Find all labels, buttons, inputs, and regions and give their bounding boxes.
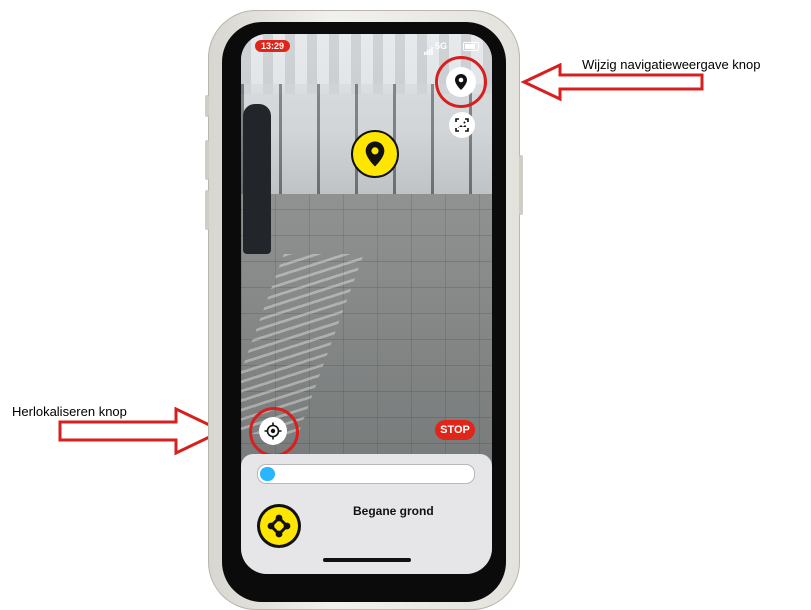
nav-view-annotation-arrow	[520, 62, 704, 102]
camera-frame-icon	[455, 118, 469, 132]
floor-name: Begane grond	[353, 504, 434, 518]
floor-button[interactable]	[257, 504, 301, 548]
route-progress-bar	[257, 464, 475, 484]
status-network: 5G	[435, 41, 448, 51]
battery-icon	[463, 42, 479, 51]
relocalize-highlight-ring	[249, 407, 299, 457]
home-indicator	[323, 558, 411, 562]
map-pin-icon	[365, 141, 385, 167]
phone-volume-up-button	[205, 140, 209, 180]
phone-side-button	[205, 95, 209, 117]
stop-button[interactable]: STOP	[435, 420, 475, 440]
screenshot-button[interactable]	[449, 112, 475, 138]
bottom-sheet: Begane grond	[241, 454, 492, 574]
nav-view-highlight-ring	[435, 56, 487, 108]
route-progress-fill	[260, 467, 275, 481]
relocalize-annotation-arrow	[58, 406, 226, 456]
destination-marker[interactable]	[351, 130, 399, 178]
status-time: 13:29	[255, 40, 291, 52]
phone-power-button	[519, 155, 523, 215]
camera-view: 13:29 5G STOP Begane grond	[241, 34, 492, 574]
signal-bars-icon	[424, 42, 433, 55]
floor-nodes-icon	[267, 514, 291, 538]
phone-volume-down-button	[205, 190, 209, 230]
pedestrian	[243, 104, 271, 254]
